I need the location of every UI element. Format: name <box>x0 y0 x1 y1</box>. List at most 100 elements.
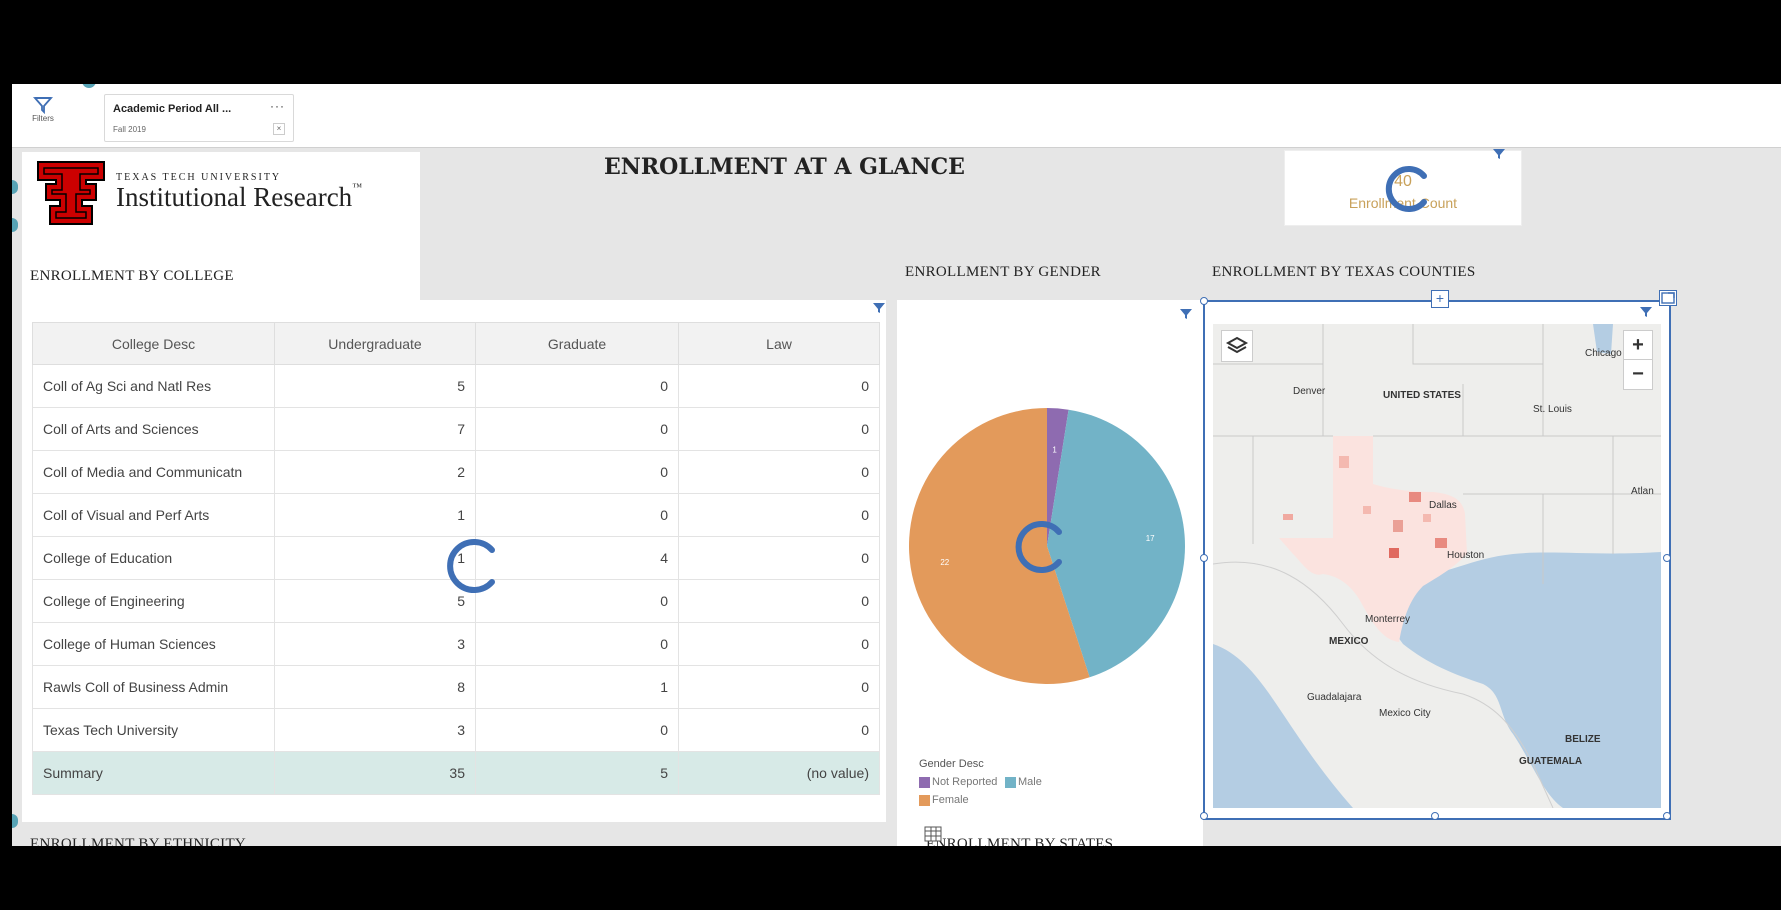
map-canvas[interactable]: + − Chicago Denver UNITED STATES St. Lou… <box>1213 324 1661 808</box>
filter-applied-icon[interactable] <box>1639 306 1653 318</box>
enrollment-value-cell: 4 <box>475 536 679 580</box>
pie-data-label: 22 <box>940 558 949 567</box>
enrollment-value-cell: 0 <box>678 407 880 451</box>
resize-handle[interactable] <box>1663 812 1671 820</box>
zoom-control: + − <box>1623 330 1653 390</box>
table-row[interactable]: College of Human Sciences 3 0 0 <box>32 622 880 666</box>
layers-icon <box>1225 336 1249 354</box>
enrollment-value-cell: 0 <box>475 579 679 623</box>
section-title-gender: ENROLLMENT BY GENDER <box>905 264 1101 280</box>
map-label-united-states: UNITED STATES <box>1383 390 1461 401</box>
enrollment-value-cell: 8 <box>274 665 476 709</box>
expand-icon[interactable] <box>1659 290 1677 306</box>
enrollment-value-cell: 0 <box>475 407 679 451</box>
column-header[interactable]: Law <box>678 322 880 365</box>
college-name-cell: Rawls Coll of Business Admin <box>32 665 275 709</box>
panel-edge-tab[interactable] <box>12 814 18 828</box>
filter-applied-icon[interactable] <box>1492 148 1506 160</box>
map-label-guadalajara: Guadalajara <box>1307 692 1362 703</box>
column-header[interactable]: Graduate <box>475 322 679 365</box>
column-header[interactable]: College Desc <box>32 322 275 365</box>
enrollment-value-cell: 2 <box>274 450 476 494</box>
enrollment-value-cell: 0 <box>678 665 880 709</box>
filter-bar: Filters Academic Period All ... Fall 201… <box>12 84 1781 148</box>
double-t-logo-icon <box>37 161 105 225</box>
map-label-guatemala: GUATEMALA <box>1519 756 1583 767</box>
logo-department-text: Institutional Research <box>116 182 353 212</box>
clear-filter-icon[interactable]: × <box>273 123 285 135</box>
video-letterbox-top <box>0 0 1781 84</box>
enrollment-value-cell: 0 <box>678 364 880 408</box>
gender-pie-card: 1 17 22 Gender Desc Not Reported Male Fema… <box>897 300 1203 846</box>
table-row[interactable]: Rawls Coll of Business Admin 8 1 0 <box>32 665 880 709</box>
resize-handle[interactable] <box>1663 554 1671 562</box>
enrollment-value-cell: 0 <box>475 622 679 666</box>
legend-item-female[interactable]: Female <box>919 794 969 806</box>
legend-item-not-reported[interactable]: Not Reported <box>919 776 997 788</box>
legend-label: Female <box>932 794 969 806</box>
academic-period-filter[interactable]: Academic Period All ... Fall 2019 ··· × <box>104 94 294 142</box>
summary-row: Summary 35 5 (no value) <box>32 751 880 795</box>
college-name-cell: Coll of Ag Sci and Natl Res <box>32 364 275 408</box>
resize-handle[interactable] <box>1431 812 1439 820</box>
move-handle-icon[interactable]: + <box>1431 290 1449 308</box>
table-view-icon[interactable] <box>924 826 942 842</box>
summary-cell: 35 <box>274 751 476 795</box>
map-label-monterrey: Monterrey <box>1365 614 1411 625</box>
zoom-in-button[interactable]: + <box>1624 331 1652 360</box>
enrollment-value-cell: 0 <box>475 708 679 752</box>
map-label-houston: Houston <box>1447 550 1485 561</box>
enrollment-value-cell: 5 <box>274 364 476 408</box>
enrollment-value-cell: 0 <box>678 493 880 537</box>
panel-edge-tab[interactable] <box>12 180 18 194</box>
table-row[interactable]: Coll of Ag Sci and Natl Res 5 0 0 <box>32 364 880 408</box>
enrollment-value-cell: 0 <box>678 450 880 494</box>
zoom-out-button[interactable]: − <box>1624 360 1652 389</box>
filter-chip-value: Fall 2019 <box>113 125 146 134</box>
enrollment-value-cell: 3 <box>274 708 476 752</box>
pie-data-label: 1 <box>1052 446 1057 455</box>
panel-tab-indicator[interactable] <box>82 84 96 88</box>
enrollment-value-cell: 0 <box>475 493 679 537</box>
layers-button[interactable] <box>1221 330 1253 362</box>
enrollment-value-cell: 1 <box>475 665 679 709</box>
college-name-cell: Coll of Visual and Perf Arts <box>32 493 275 537</box>
ttu-logo: TEXAS TECH UNIVERSITY Institutional Rese… <box>22 152 420 310</box>
table-row[interactable]: Coll of Media and Communicatn 2 0 0 <box>32 450 880 494</box>
filter-icon <box>33 97 53 114</box>
texas-counties-map-card[interactable]: + + − Chicago Denver UNITED STATES St. L… <box>1200 290 1677 820</box>
college-table-card: College Desc Undergraduate Graduate Law … <box>22 300 886 822</box>
legend-label: Not Reported <box>932 776 998 788</box>
filters-button[interactable]: Filters <box>20 96 66 140</box>
legend-title: Gender Desc <box>919 758 984 770</box>
legend-swatch <box>1005 776 1016 788</box>
resize-handle[interactable] <box>1200 554 1208 562</box>
college-name-cell: Coll of Arts and Sciences <box>32 407 275 451</box>
table-row[interactable]: Coll of Visual and Perf Arts 1 0 0 <box>32 493 880 537</box>
map-label-denver: Denver <box>1293 386 1326 397</box>
resize-handle[interactable] <box>1200 812 1208 820</box>
table-row[interactable]: Texas Tech University 3 0 0 <box>32 708 880 752</box>
resize-handle[interactable] <box>1200 297 1208 305</box>
video-letterbox-bottom <box>0 846 1781 910</box>
college-name-cell: College of Engineering <box>32 579 275 623</box>
map-label-atlanta: Atlan <box>1631 486 1654 497</box>
summary-cell: Summary <box>32 751 275 795</box>
section-title-states: ENROLLMENT BY STATES <box>926 836 1114 846</box>
legend-swatch <box>919 776 930 788</box>
dashboard: Filters Academic Period All ... Fall 201… <box>12 84 1781 846</box>
table-row[interactable]: Coll of Arts and Sciences 7 0 0 <box>32 407 880 451</box>
legend-swatch <box>919 794 930 806</box>
enrollment-count-kpi[interactable]: 40 Enrollment Count <box>1284 150 1522 226</box>
filter-chip-title: Academic Period All ... <box>113 103 232 115</box>
section-title-counties: ENROLLMENT BY TEXAS COUNTIES <box>1212 264 1476 280</box>
college-name-cell: Texas Tech University <box>32 708 275 752</box>
map-label-belize: BELIZE <box>1565 734 1601 745</box>
more-options-icon[interactable]: ··· <box>270 99 285 113</box>
column-header[interactable]: Undergraduate <box>274 322 476 365</box>
panel-edge-tab[interactable] <box>12 218 18 232</box>
enrollment-value-cell: 0 <box>678 536 880 580</box>
legend-item-male[interactable]: Male <box>1005 776 1042 788</box>
page-title: ENROLLMENT AT A GLANCE <box>604 154 965 180</box>
filter-applied-icon[interactable] <box>872 302 886 314</box>
